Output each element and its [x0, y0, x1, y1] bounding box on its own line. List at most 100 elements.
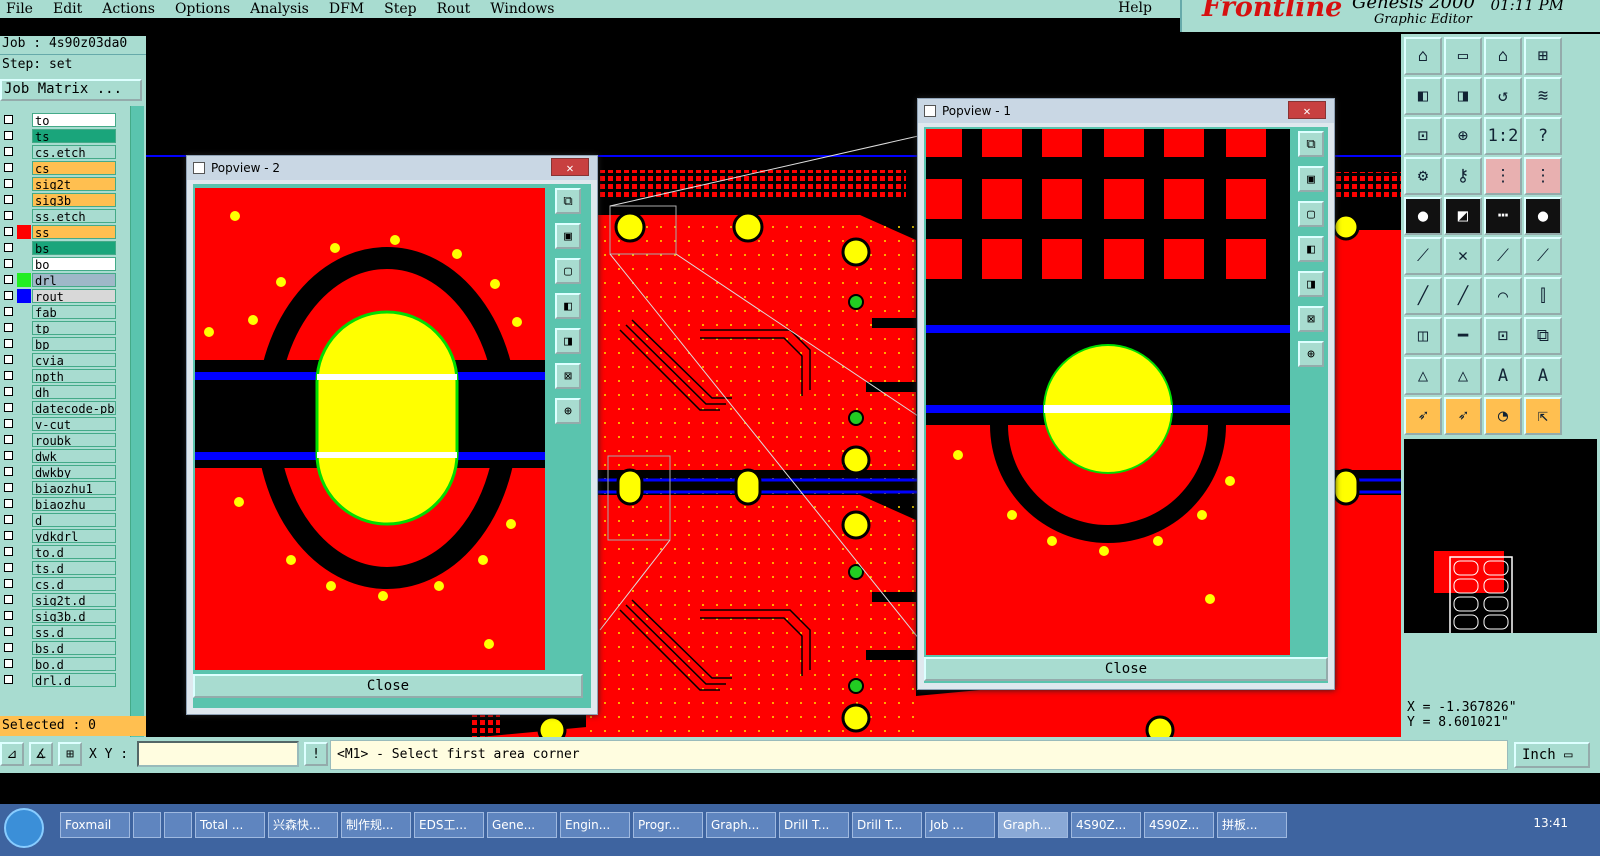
layer-checkbox[interactable] [4, 227, 13, 236]
layer-row[interactable]: bs [0, 240, 118, 256]
line-pad-icon[interactable]: ⟋ [1484, 237, 1522, 275]
layer-row[interactable]: cs.d [0, 576, 118, 592]
measure-point-icon[interactable]: ● [1404, 197, 1442, 235]
cross-icon[interactable]: ✕ [1444, 237, 1482, 275]
layer-name[interactable]: to [32, 113, 116, 127]
layer-checkbox[interactable] [4, 115, 13, 124]
taskbar-button[interactable]: Drill T... [779, 812, 849, 838]
select-circle-icon[interactable]: ◔ [1484, 397, 1522, 435]
pad-icon[interactable]: ● [1524, 197, 1562, 235]
layer-name[interactable]: sig3b [32, 193, 116, 207]
layer-name[interactable]: drl.d [32, 673, 116, 687]
layer-checkbox[interactable] [4, 483, 13, 492]
layer-name[interactable]: fab [32, 305, 116, 319]
layer-name[interactable]: dh [32, 385, 116, 399]
dash-icon[interactable]: ━ [1444, 317, 1482, 355]
layer-name[interactable]: sig3b.d [32, 609, 116, 623]
layer-name[interactable]: drl [32, 273, 116, 287]
popview-2-titlebar[interactable]: Popview - 2 [187, 156, 597, 180]
layer-row[interactable]: to.d [0, 544, 118, 560]
layer-checkbox[interactable] [4, 627, 13, 636]
layer-row[interactable]: bp [0, 336, 118, 352]
layer-checkbox[interactable] [4, 499, 13, 508]
layer-row[interactable]: ydkdrl [0, 528, 118, 544]
blocks-icon[interactable]: ⧉ [1524, 317, 1562, 355]
layer-row[interactable]: dwkby [0, 464, 118, 480]
layer-row[interactable]: cs [0, 160, 118, 176]
ruler-icon[interactable]: ┅ [1484, 197, 1522, 235]
line-icon[interactable]: ╱ [1404, 277, 1442, 315]
pan-left-icon[interactable]: ◧ [555, 293, 581, 319]
popview-2-close-button[interactable]: Close [193, 674, 583, 698]
undo-view-icon[interactable]: ↺ [1484, 77, 1522, 115]
layer-row[interactable]: datecode-pbe [0, 400, 118, 416]
taskbar-button[interactable]: Gene... [487, 812, 557, 838]
layer-checkbox[interactable] [4, 515, 13, 524]
taskbar-button[interactable]: Total ... [195, 812, 265, 838]
layer-row[interactable]: d [0, 512, 118, 528]
pan-left-icon[interactable]: ◧ [1298, 236, 1324, 262]
layer-name[interactable]: npth [32, 369, 116, 383]
layer-name[interactable]: dwk [32, 449, 116, 463]
layer-checkbox[interactable] [4, 147, 13, 156]
menu-actions[interactable]: Actions [102, 1, 155, 17]
layer-checkbox[interactable] [4, 195, 13, 204]
redraw-icon[interactable]: ≋ [1524, 77, 1562, 115]
layer-row[interactable]: drl [0, 272, 118, 288]
layer-name[interactable]: datecode-pbe [32, 401, 116, 415]
zoom-out-icon[interactable]: ▢ [1298, 201, 1324, 227]
layer-checkbox[interactable] [4, 259, 13, 268]
layer-row[interactable]: ss.d [0, 624, 118, 640]
menu-help[interactable]: Help [1118, 0, 1152, 16]
popview-2-window[interactable]: Popview - 2 ✕ ⧉ ▣ ▢ ◧ ◨ ⊠ ⊕ Close [186, 155, 598, 715]
layer-row[interactable]: ts.d [0, 560, 118, 576]
measure-area-icon[interactable]: ◩ [1444, 197, 1482, 235]
layer-name[interactable]: cs [32, 161, 116, 175]
menu-analysis[interactable]: Analysis [250, 1, 309, 17]
select-move-icon[interactable]: ⇱ [1524, 397, 1562, 435]
layer-scrollbar[interactable] [130, 106, 144, 746]
layer-row[interactable]: to [0, 112, 118, 128]
snap-icon[interactable]: ⊿ [0, 742, 24, 766]
layer-row[interactable]: sig3b.d [0, 608, 118, 624]
layer-name[interactable]: d [32, 513, 116, 527]
popview-1-view[interactable] [926, 129, 1290, 655]
layer-name[interactable]: to.d [32, 545, 116, 559]
arc-icon[interactable]: ⌒ [1484, 277, 1522, 315]
home-icon[interactable]: ⌂ [1484, 37, 1522, 75]
taskbar-button[interactable]: 4S90Z... [1071, 812, 1141, 838]
help-icon[interactable]: ? [1524, 117, 1562, 155]
taskbar-button[interactable]: Foxmail [60, 812, 130, 838]
menu-file[interactable]: File [6, 1, 33, 17]
taskbar-button[interactable]: 拼板... [1217, 812, 1287, 838]
taskbar-button[interactable]: 兴森快... [268, 812, 338, 838]
select-arrow2-icon[interactable]: ➶ [1444, 397, 1482, 435]
layer-name[interactable]: sig2t [32, 177, 116, 191]
layer-name[interactable]: ss [32, 225, 116, 239]
layer-name[interactable]: bo.d [32, 657, 116, 671]
restore-icon[interactable]: ⧉ [555, 188, 581, 214]
layer-name[interactable]: biaozhu [32, 497, 116, 511]
layer-row[interactable]: dh [0, 384, 118, 400]
layer-checkbox[interactable] [4, 211, 13, 220]
settings-icon[interactable]: ⚙ [1404, 157, 1442, 195]
layer-name[interactable]: cvia [32, 353, 116, 367]
layer-row[interactable]: bs.d [0, 640, 118, 656]
layer-checkbox[interactable] [4, 595, 13, 604]
layer-checkbox[interactable] [4, 659, 13, 668]
zoom-in-icon[interactable]: ▣ [1298, 166, 1324, 192]
layer-checkbox[interactable] [4, 451, 13, 460]
layer-row[interactable]: sig2t.d [0, 592, 118, 608]
net-icon[interactable]: ⋮ [1484, 157, 1522, 195]
layer-name[interactable]: bp [32, 337, 116, 351]
taskbar-button[interactable]: Engin... [560, 812, 630, 838]
layer-checkbox[interactable] [4, 307, 13, 316]
layer-checkbox[interactable] [4, 643, 13, 652]
layer-checkbox[interactable] [4, 163, 13, 172]
text-a2-icon[interactable]: A [1524, 357, 1562, 395]
taskbar-button[interactable]: 制作规... [341, 812, 411, 838]
menu-windows[interactable]: Windows [490, 1, 554, 17]
popview-1-close-icon[interactable]: ✕ [1288, 101, 1326, 119]
fit-icon[interactable]: ⊠ [1298, 306, 1324, 332]
layer-checkbox[interactable] [4, 355, 13, 364]
